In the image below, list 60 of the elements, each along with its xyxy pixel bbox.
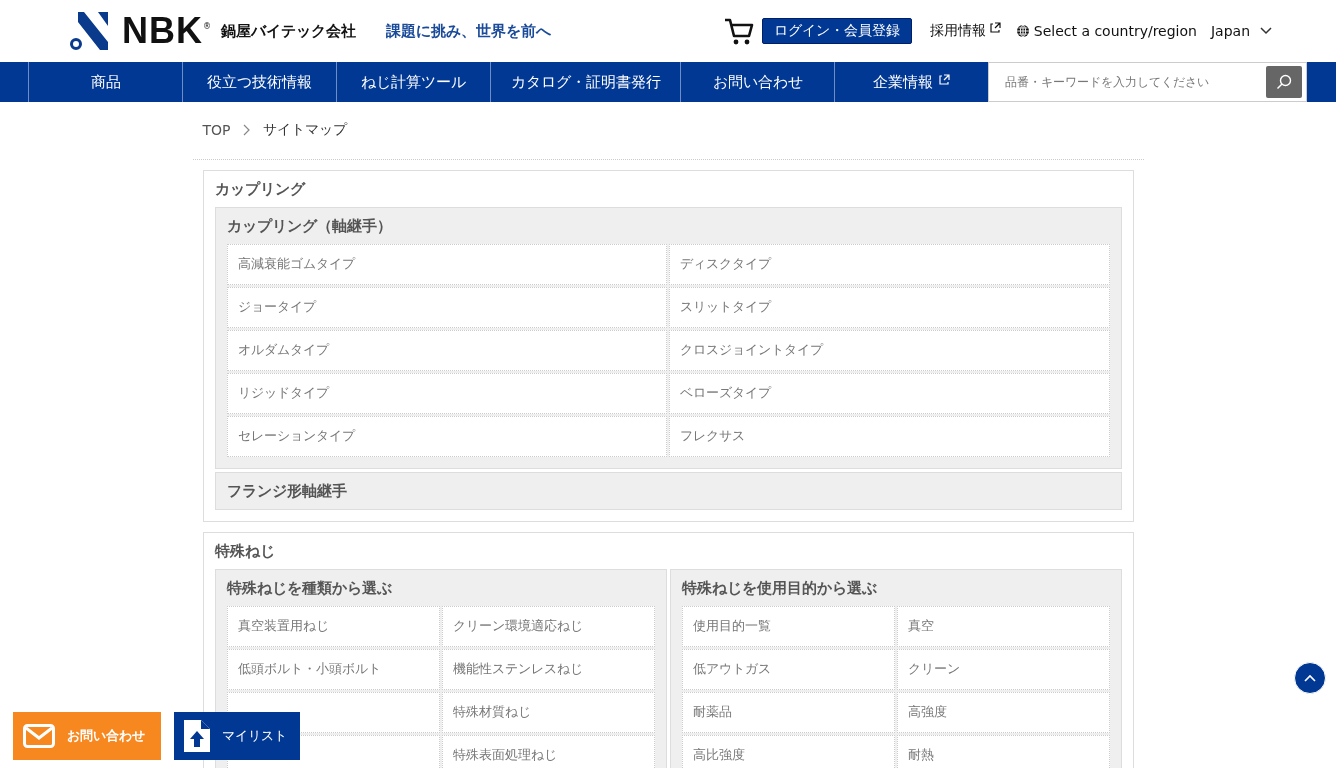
list-link[interactable]: セレーションタイプ [226,416,667,457]
nav-item[interactable]: 商品 [28,62,182,102]
list-link[interactable]: 特殊表面処理ねじ [441,735,655,768]
tagline: 課題に挑み、世界を前へ [386,21,551,41]
breadcrumb-current: サイトマップ [262,121,347,139]
mylist-button[interactable]: マイリスト [174,712,300,760]
chevron-down-icon [1260,27,1272,35]
search-button[interactable] [1266,66,1302,98]
list-link[interactable]: 機能性ステンレスねじ [441,649,655,690]
list-link[interactable]: 真空 [896,606,1110,647]
list-link[interactable]: ベローズタイプ [669,373,1110,414]
search-icon [1276,74,1292,90]
external-link-icon [988,20,1002,34]
list-link[interactable]: 耐熱 [896,735,1110,768]
breadcrumb-link[interactable]: TOP [202,122,231,138]
company-name: 鍋屋バイテック会社 [221,21,356,41]
registered-mark: ® [203,22,211,31]
document-upload-icon [184,720,210,752]
list-link[interactable]: スリットタイプ [669,287,1110,328]
group-title[interactable]: 特殊ねじを種類から選ぶ [226,570,655,606]
list-link[interactable]: ディスクタイプ [669,244,1110,285]
section-title: カップリング [214,179,307,200]
chevron-up-icon [1304,674,1316,682]
list-link[interactable]: オルダムタイプ [226,330,667,371]
cart-icon [723,16,754,46]
list-link[interactable]: 特殊材質ねじ [441,692,655,733]
logo-text[interactable]: NBK [122,10,203,52]
region-select[interactable]: Japan [1210,23,1272,39]
section-title: 特殊ねじ [214,541,276,562]
list-link[interactable]: ジョータイプ [226,287,667,328]
list-link[interactable]: 低頭ボルト・小頭ボルト [226,649,440,690]
recruit-link[interactable]: 採用情報 [929,22,1002,40]
list-link[interactable]: 高強度 [896,692,1110,733]
login-button[interactable]: ログイン・会員登録 [761,18,912,44]
contact-button[interactable]: お問い合わせ [13,712,161,760]
list-link[interactable]: リジッドタイプ [226,373,667,414]
nav-item[interactable]: お問い合わせ [680,62,834,102]
group-title[interactable]: フランジ形軸継手 [226,473,1110,509]
list-link[interactable]: 高比強度 [681,735,895,768]
scroll-top-button[interactable] [1294,662,1326,694]
search-field[interactable]: 品番・キーワードを入力してください [988,62,1307,102]
envelope-icon [23,724,55,748]
group-title[interactable]: カップリング（軸継手） [226,208,1110,244]
nav-item[interactable]: 役立つ技術情報 [182,62,336,102]
list-link[interactable]: クリーン [896,649,1110,690]
list-link[interactable]: フレクサス [669,416,1110,457]
region-label: Select a country/region [1033,23,1197,39]
globe-icon [1015,24,1030,38]
nav-item[interactable]: カタログ・証明書発行 [490,62,680,102]
list-link[interactable]: 耐薬品 [681,692,895,733]
group-title[interactable]: 特殊ねじを使用目的から選ぶ [681,570,1110,606]
list-link[interactable]: 高減衰能ゴムタイプ [226,244,667,285]
list-link[interactable]: 真空装置用ねじ [226,606,440,647]
list-link[interactable]: クリーン環境適応ねじ [441,606,655,647]
chevron-right-icon [242,124,251,136]
list-link[interactable]: 使用目的一覧 [681,606,895,647]
nav-item[interactable]: ねじ計算ツール [336,62,490,102]
list-link[interactable]: 低アウトガス [681,649,895,690]
list-link[interactable]: クロスジョイントタイプ [669,330,1110,371]
logo-icon [70,12,108,50]
